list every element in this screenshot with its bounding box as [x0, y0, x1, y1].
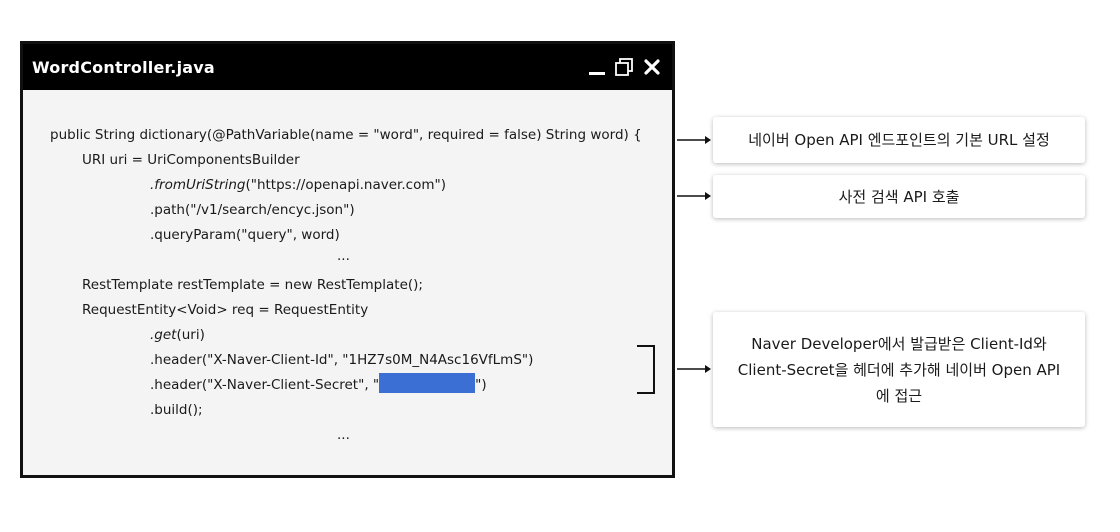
- code-from-uri-string-args: ("https://openapi.naver.com"): [245, 177, 446, 193]
- minimize-icon[interactable]: [586, 44, 608, 90]
- code-line-rest-template: RestTemplate restTemplate = new RestTemp…: [82, 277, 423, 293]
- restore-icon[interactable]: [612, 44, 636, 90]
- code-header-client-secret-start: .header("X-Naver-Client-Secret", ": [150, 377, 380, 393]
- code-get-args: (uri): [176, 327, 205, 343]
- arrow-connector-1: [677, 136, 711, 144]
- code-method-get: .get: [150, 327, 177, 343]
- close-icon[interactable]: [640, 44, 664, 90]
- code-line-build: .build();: [150, 402, 203, 418]
- code-ellipsis-2: ...: [337, 427, 350, 443]
- code-header-client-secret-end: "): [475, 377, 487, 393]
- arrow-connector-2: [677, 192, 711, 200]
- code-line-get: .get(uri): [150, 323, 205, 348]
- code-line-method-signature: public String dictionary(@PathVariable(n…: [50, 127, 642, 143]
- annotation-api-call: 사전 검색 API 호출: [713, 175, 1085, 218]
- code-line-header-client-secret: .header("X-Naver-Client-Secret", " "): [150, 373, 487, 398]
- window-titlebar: WordController.java: [23, 44, 672, 90]
- arrow-connector-3: [677, 365, 711, 373]
- code-block: public String dictionary(@PathVariable(n…: [23, 90, 672, 475]
- code-line-uri-builder: URI uri = UriComponentsBuilder: [82, 152, 300, 168]
- code-line-from-uri-string: .fromUriString("https://openapi.naver.co…: [150, 173, 446, 198]
- code-line-query-param: .queryParam("query", word): [150, 227, 340, 243]
- code-window: WordController.java public String dictio…: [20, 41, 675, 478]
- code-line-request-entity: RequestEntity<Void> req = RequestEntity: [82, 302, 369, 318]
- annotation-base-url: 네이버 Open API 엔드포인트의 기본 URL 설정: [713, 117, 1085, 163]
- code-line-header-client-id: .header("X-Naver-Client-Id", "1HZ7s0M_N4…: [150, 352, 534, 368]
- window-title: WordController.java: [32, 57, 215, 77]
- annotation-client-credentials: Naver Developer에서 발급받은 Client-Id와 Client…: [713, 312, 1085, 427]
- code-line-path: .path("/v1/search/encyc.json"): [150, 202, 355, 218]
- redacted-secret: [379, 373, 476, 393]
- code-method-from-uri-string: .fromUriString: [150, 177, 246, 193]
- header-bracket: [637, 345, 655, 394]
- code-ellipsis-1: ...: [337, 248, 350, 264]
